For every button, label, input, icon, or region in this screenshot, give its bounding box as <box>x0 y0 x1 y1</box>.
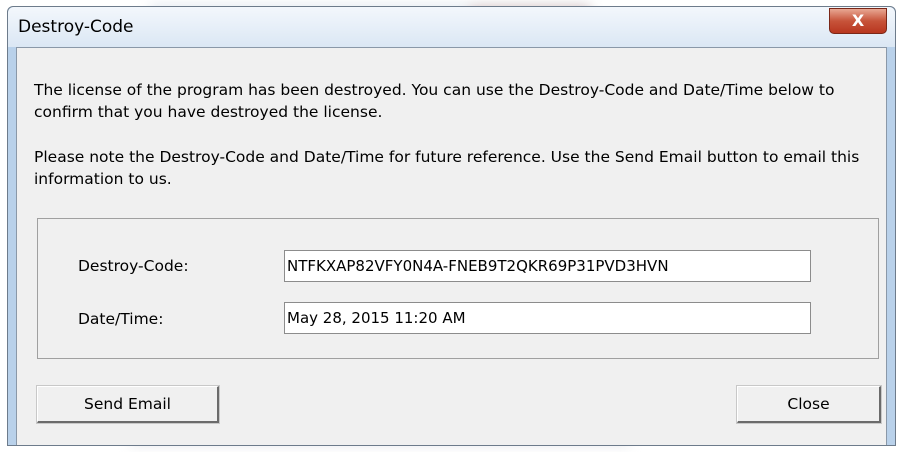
dialog-content: The license of the program has been dest… <box>16 47 887 445</box>
destroy-info-group: Destroy-Code: NTFKXAP82VFY0N4A-FNEB9T2QK… <box>37 218 879 359</box>
window-title: Destroy-Code <box>18 17 134 37</box>
window-close-button[interactable]: X <box>829 8 887 34</box>
datetime-label: Date/Time: <box>78 310 164 328</box>
destroy-code-dialog: Destroy-Code X The license of the progra… <box>7 6 896 446</box>
destroy-code-label: Destroy-Code: <box>78 257 189 275</box>
title-bar[interactable]: Destroy-Code X <box>8 7 895 47</box>
send-email-button[interactable]: Send Email <box>37 386 219 423</box>
datetime-field[interactable]: May 28, 2015 11:20 AM <box>284 302 811 334</box>
close-button[interactable]: Close <box>737 386 881 423</box>
reference-note-message: Please note the Destroy-Code and Date/Ti… <box>34 148 860 188</box>
close-icon: X <box>851 11 865 30</box>
destroy-code-field[interactable]: NTFKXAP82VFY0N4A-FNEB9T2QKR69P31PVD3HVN <box>284 250 811 282</box>
license-destroyed-message: The license of the program has been dest… <box>34 81 835 121</box>
